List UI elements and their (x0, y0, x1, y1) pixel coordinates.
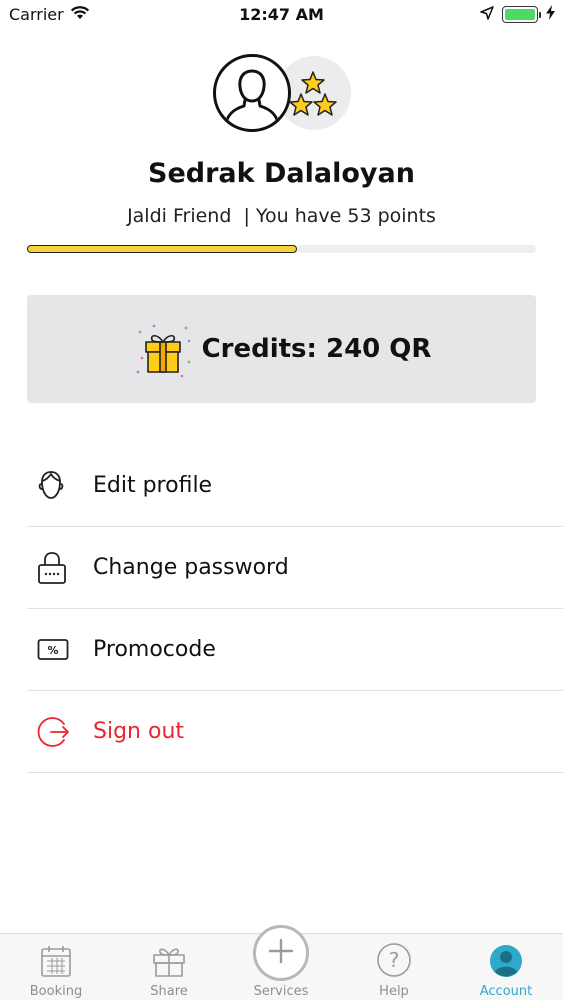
avatar[interactable] (213, 54, 291, 132)
sign-out-icon (27, 715, 93, 749)
calendar-icon (40, 934, 72, 978)
tab-label-account: Account (479, 984, 533, 999)
account-menu: Edit profile Change password % Promocode (27, 445, 563, 773)
tab-booking[interactable]: Booking (0, 934, 112, 1000)
menu-item-change-password[interactable]: Change password (27, 527, 563, 609)
tab-label-booking: Booking (29, 984, 83, 999)
menu-label-sign-out: Sign out (93, 719, 185, 744)
menu-label-promocode: Promocode (93, 637, 216, 662)
profile-name: Sedrak Dalaloyan (148, 158, 415, 189)
svg-text:%: % (47, 644, 58, 657)
menu-item-sign-out[interactable]: Sign out (27, 691, 563, 773)
tab-help[interactable]: ? Help (338, 934, 450, 1000)
points-progress-fill (27, 245, 297, 253)
tab-bar: Booking Share Services ? Help Account (0, 925, 563, 1000)
charging-bolt-icon (546, 5, 555, 24)
lock-icon (27, 551, 93, 585)
status-right (480, 5, 555, 24)
location-arrow-icon (480, 5, 494, 24)
tab-label-share: Share (150, 984, 188, 999)
credits-card[interactable]: Credits: 240 QR (27, 295, 536, 403)
tab-services[interactable]: Services (225, 934, 337, 1000)
tab-account[interactable]: Account (450, 934, 562, 1000)
menu-item-promocode[interactable]: % Promocode (27, 609, 563, 691)
menu-item-edit-profile[interactable]: Edit profile (27, 445, 563, 527)
menu-label-change-password: Change password (93, 555, 289, 580)
tab-label-help: Help (379, 984, 409, 999)
user-silhouette-icon (224, 69, 280, 125)
question-icon: ? (376, 934, 412, 978)
credits-label: Credits: 240 QR (201, 334, 432, 364)
status-time: 12:47 AM (239, 5, 324, 24)
account-icon (489, 934, 523, 978)
points-progress-bar (27, 245, 536, 253)
face-outline-icon (27, 470, 93, 502)
profile-avatar-group (213, 54, 353, 134)
membership-points-text: Jaldi Friend | You have 53 points (127, 205, 436, 227)
percent-ticket-icon: % (27, 638, 93, 662)
status-bar: Carrier 12:47 AM (0, 0, 563, 30)
gift-box-icon (136, 324, 191, 378)
battery-icon (502, 6, 541, 23)
gift-icon (152, 934, 186, 978)
svg-text:?: ? (389, 948, 400, 972)
tab-share[interactable]: Share (113, 934, 225, 1000)
tab-label-services: Services (253, 984, 309, 999)
menu-label-edit-profile: Edit profile (93, 473, 213, 498)
